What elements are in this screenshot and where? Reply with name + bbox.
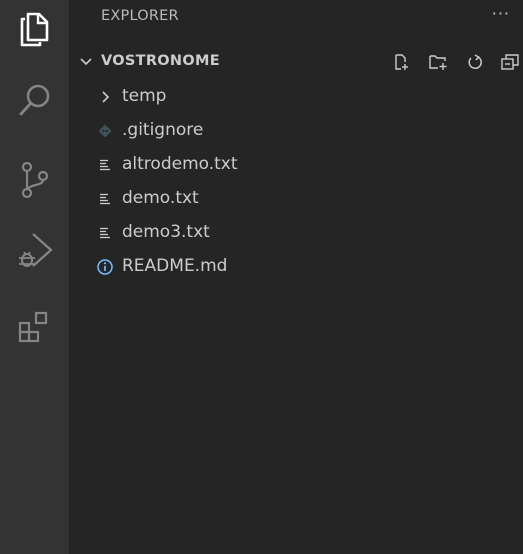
activity-search-button[interactable] xyxy=(0,72,69,128)
tree-item-label: demo.txt xyxy=(122,188,199,208)
git-icon xyxy=(96,122,114,140)
activity-run-debug-button[interactable] xyxy=(0,222,69,278)
activity-bar xyxy=(0,0,69,554)
tree-item-file[interactable]: README.md xyxy=(69,250,523,284)
text-file-icon xyxy=(96,190,114,208)
tree-item-label: temp xyxy=(122,86,167,106)
tree-item-label: altrodemo.txt xyxy=(122,154,238,174)
activity-explorer-button[interactable] xyxy=(0,2,69,58)
tree-item-folder[interactable]: temp xyxy=(69,80,523,114)
extensions-icon xyxy=(18,311,47,343)
tree-item-file[interactable]: .gitignore xyxy=(69,114,523,148)
sidebar-title: EXPLORER xyxy=(101,8,179,24)
collapse-all-icon xyxy=(501,54,519,70)
chevron-right-icon xyxy=(96,88,114,106)
chevron-down-icon xyxy=(80,58,92,66)
activity-source-control-button[interactable] xyxy=(0,152,69,208)
workspace-section-header[interactable]: VOSTRONOME xyxy=(69,50,523,74)
files-icon xyxy=(20,12,48,47)
new-folder-button[interactable] xyxy=(427,51,449,73)
new-file-button[interactable] xyxy=(390,51,412,73)
text-file-icon xyxy=(96,224,114,242)
explorer-sidebar: EXPLORER ··· VOSTRONOME temp .gitignore … xyxy=(69,0,523,554)
more-actions-button[interactable]: ··· xyxy=(492,4,510,23)
tree-item-label: .gitignore xyxy=(122,120,204,140)
info-icon xyxy=(96,258,114,276)
run-debug-icon xyxy=(18,233,52,268)
tree-item-label: README.md xyxy=(122,256,228,276)
tree-item-label: demo3.txt xyxy=(122,222,210,242)
new-folder-icon xyxy=(429,55,447,70)
tree-item-file[interactable]: demo.txt xyxy=(69,182,523,216)
activity-extensions-button[interactable] xyxy=(0,298,69,354)
new-file-icon xyxy=(395,54,408,70)
tree-item-file[interactable]: altrodemo.txt xyxy=(69,148,523,182)
text-file-icon xyxy=(96,156,114,174)
tree-item-file[interactable]: demo3.txt xyxy=(69,216,523,250)
collapse-all-button[interactable] xyxy=(499,51,521,73)
refresh-icon xyxy=(468,54,482,70)
source-control-icon xyxy=(21,161,48,199)
refresh-button[interactable] xyxy=(464,51,486,73)
vscode-window: EXPLORER ··· VOSTRONOME temp .gitignore … xyxy=(0,0,523,554)
search-icon xyxy=(19,84,49,116)
workspace-name: VOSTRONOME xyxy=(101,53,220,69)
